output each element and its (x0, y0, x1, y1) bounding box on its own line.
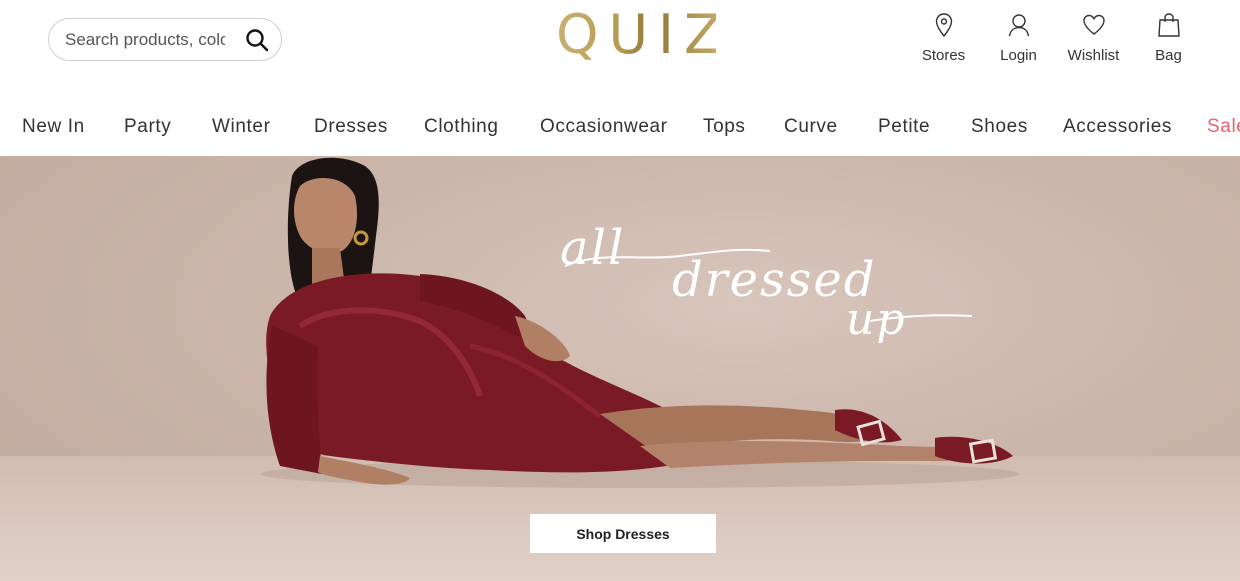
login-link[interactable]: Login (981, 12, 1056, 64)
nav-item-petite[interactable]: Petite (878, 116, 930, 138)
stores-link[interactable]: Stores (906, 12, 981, 64)
location-pin-icon (935, 13, 952, 38)
site-header: QUIZ Stores Login Wishlist (0, 0, 1240, 96)
bag-link[interactable]: Bag (1131, 12, 1206, 64)
bag-label: Bag (1155, 47, 1182, 64)
nav-item-clothing[interactable]: Clothing (424, 116, 499, 138)
hero-headline-line3: up (846, 294, 907, 345)
search-bar[interactable] (48, 18, 282, 61)
nav-item-party[interactable]: Party (124, 116, 171, 138)
header-utilities: Stores Login Wishlist Bag (906, 12, 1206, 64)
shop-dresses-button[interactable]: Shop Dresses (530, 514, 716, 553)
nav-item-tops[interactable]: Tops (703, 116, 746, 138)
nav-item-sale[interactable]: Sale (1207, 116, 1240, 138)
hero-headline-line1: all (560, 220, 626, 276)
stores-label: Stores (921, 47, 966, 64)
nav-item-curve[interactable]: Curve (784, 116, 838, 138)
wishlist-label: Wishlist (1067, 47, 1120, 64)
nav-item-new-in[interactable]: New In (22, 116, 85, 138)
nav-item-shoes[interactable]: Shoes (971, 116, 1028, 138)
nav-item-winter[interactable]: Winter (212, 116, 271, 138)
nav-item-occasionwear[interactable]: Occasionwear (540, 116, 668, 138)
shopping-bag-icon (1157, 13, 1180, 37)
nav-item-accessories[interactable]: Accessories (1063, 116, 1172, 138)
search-input[interactable] (65, 29, 225, 50)
nav-item-dresses[interactable]: Dresses (314, 116, 388, 138)
wishlist-link[interactable]: Wishlist (1056, 12, 1131, 64)
heart-icon (1082, 14, 1105, 35)
main-navigation: New In Party Winter Dresses Clothing Occ… (0, 104, 1240, 148)
user-icon (1008, 14, 1029, 37)
site-logo[interactable]: QUIZ (556, 4, 721, 66)
login-label: Login (1000, 47, 1037, 64)
hero-banner[interactable]: all dressed up Shop Dresses (0, 156, 1240, 581)
search-icon[interactable] (245, 28, 269, 52)
